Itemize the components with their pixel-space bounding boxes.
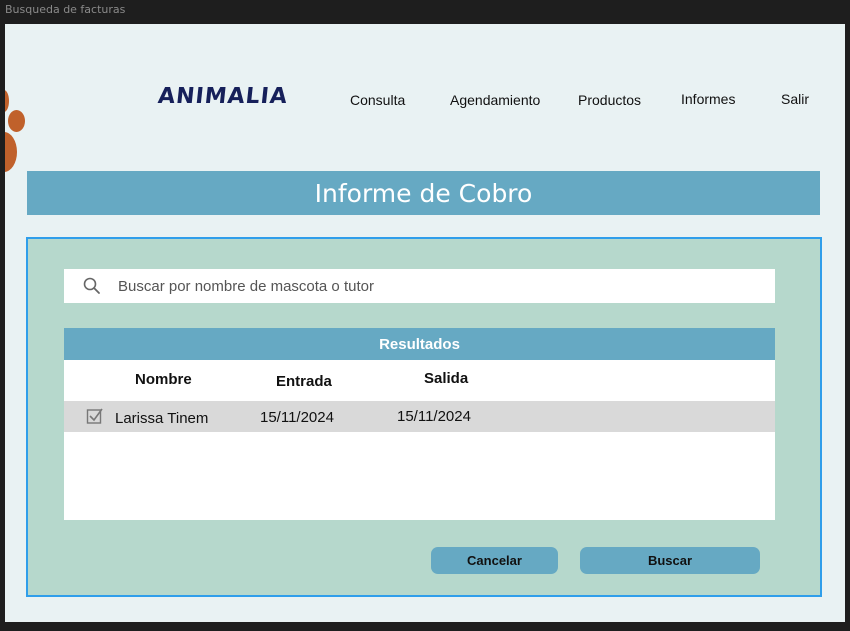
cancel-button[interactable]: Cancelar: [431, 547, 558, 574]
nav-item-consulta[interactable]: Consulta: [350, 92, 405, 108]
brand-logo[interactable]: ANIMALIA: [157, 84, 289, 109]
column-header-nombre: Nombre: [135, 371, 192, 388]
search-bar[interactable]: [64, 269, 775, 303]
paw-pad-icon: [5, 132, 17, 172]
nav-item-productos[interactable]: Productos: [578, 92, 641, 108]
row-checkbox-checked-icon[interactable]: [86, 407, 104, 430]
search-icon: [82, 276, 102, 296]
column-header-entrada: Entrada: [276, 373, 332, 390]
column-header-salida: Salida: [424, 370, 469, 387]
nav-item-salir[interactable]: Salir: [781, 91, 809, 107]
table-row[interactable]: Larissa Tinem 15/11/2024 15/11/2024: [64, 401, 775, 432]
row-entrada: 15/11/2024: [260, 409, 334, 426]
paw-toe-icon: [8, 110, 25, 132]
page-title: Informe de Cobro: [27, 171, 820, 215]
search-input[interactable]: [116, 276, 720, 296]
row-nombre: Larissa Tinem: [115, 410, 209, 427]
search-button[interactable]: Buscar: [580, 547, 760, 574]
results-header: Resultados: [64, 328, 775, 360]
paw-decoration-icon: [5, 90, 9, 112]
results-table: Resultados Nombre Entrada Salida Larissa…: [64, 328, 775, 520]
search-panel: Resultados Nombre Entrada Salida Larissa…: [26, 237, 822, 597]
nav-item-informes[interactable]: Informes: [681, 91, 735, 107]
app-frame: ANIMALIA Consulta Agendamiento Productos…: [5, 24, 845, 622]
window-title: Busqueda de facturas: [5, 3, 126, 16]
nav-item-agendamiento[interactable]: Agendamiento: [450, 92, 540, 108]
row-salida: 15/11/2024: [397, 408, 471, 425]
